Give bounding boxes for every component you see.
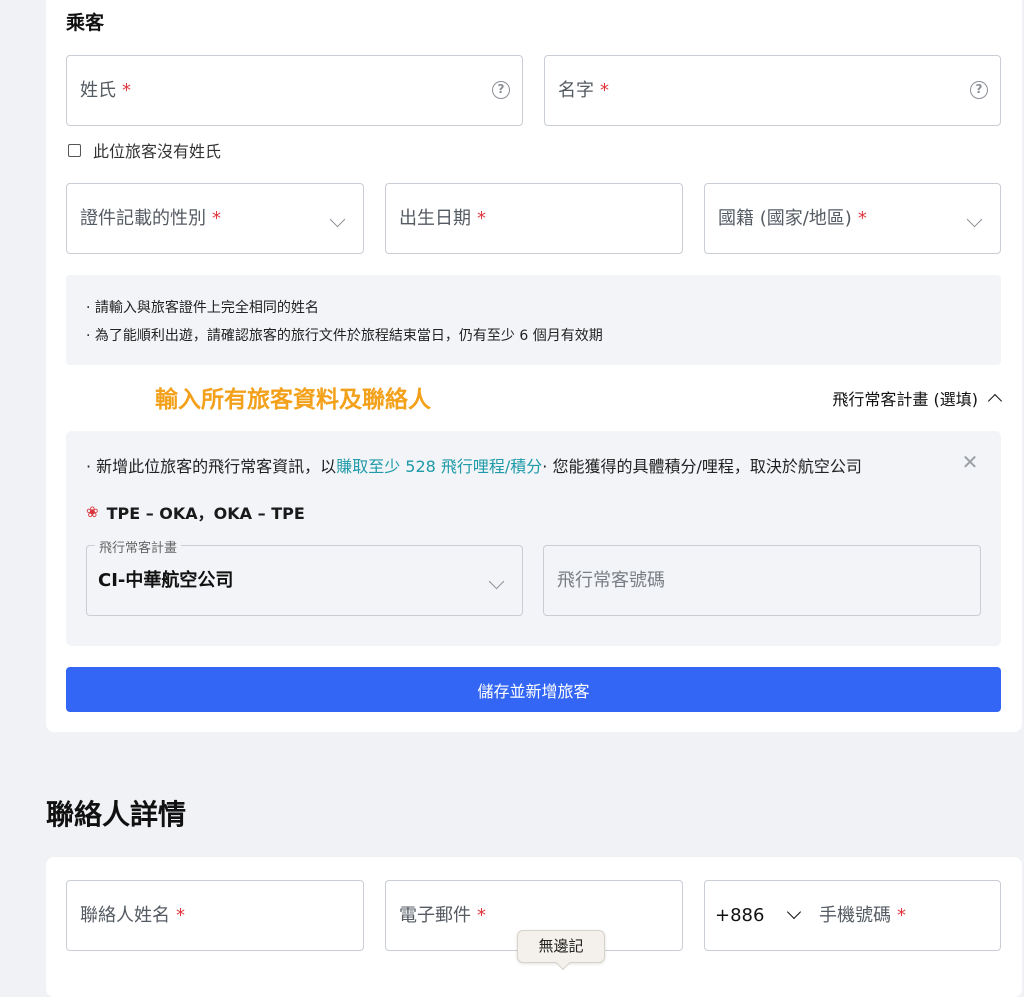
overlay-caption: 輸入所有旅客資料及聯絡人 xyxy=(155,387,431,413)
chevron-up-icon xyxy=(987,393,1003,409)
gender-label: 證件記載的性別 * xyxy=(80,208,221,229)
required-mark: * xyxy=(176,905,185,926)
frequent-flyer-number-placeholder: 飛行常客號碼 xyxy=(557,570,665,591)
frequent-flyer-program-select[interactable]: 飛行常客計畫 CI-中華航空公司 xyxy=(86,537,523,616)
required-mark: * xyxy=(857,208,867,229)
nationality-select[interactable]: 國籍 (國家/地區) * xyxy=(704,183,1001,254)
dob-label: 出生日期 * xyxy=(399,208,486,229)
required-mark: * xyxy=(477,208,486,229)
plum-blossom-icon: ❀ xyxy=(86,503,99,521)
nationality-label: 國籍 (國家/地區) * xyxy=(718,208,867,229)
email-label: 電子郵件 * xyxy=(399,905,486,926)
first-name-label: 名字 * xyxy=(558,80,609,101)
program-value: CI-中華航空公司 xyxy=(98,570,234,591)
chevron-down-icon xyxy=(966,211,983,228)
route-text: TPE – OKA，OKA – TPE xyxy=(106,504,305,523)
required-mark: * xyxy=(122,80,131,101)
last-name-label: 姓氏 * xyxy=(80,80,131,101)
tooltip: 無邊記 xyxy=(517,930,605,963)
frequent-flyer-description: · 新增此位旅客的飛行常客資訊，以賺取至少 528 飛行哩程/積分· 您能獲得的… xyxy=(86,457,862,476)
last-name-field[interactable]: 姓氏 * ? xyxy=(66,55,523,126)
notice-line: · 請輸入與旅客證件上完全相同的姓名 xyxy=(86,300,319,316)
date-of-birth-field[interactable]: 出生日期 * xyxy=(385,183,683,254)
required-mark: * xyxy=(477,905,486,926)
contact-name-label: 聯絡人姓名 * xyxy=(80,905,185,926)
chevron-down-icon[interactable] xyxy=(786,904,802,920)
chevron-down-icon xyxy=(329,211,346,228)
frequent-flyer-panel: · 新增此位旅客的飛行常客資訊，以賺取至少 528 飛行哩程/積分· 您能獲得的… xyxy=(66,431,1001,646)
frequent-flyer-toggle-label: 飛行常客計畫 (選填) xyxy=(832,390,978,409)
contact-name-field[interactable]: 聯絡人姓名 * xyxy=(66,880,364,951)
no-surname-checkbox-row[interactable]: 此位旅客沒有姓氏 xyxy=(68,138,221,162)
required-mark: * xyxy=(897,905,906,926)
passenger-section-title: 乘客 xyxy=(66,12,105,34)
gender-select[interactable]: 證件記載的性別 * xyxy=(66,183,364,254)
close-icon[interactable]: ✕ xyxy=(961,452,979,472)
save-and-add-passenger-button[interactable]: 儲存並新增旅客 xyxy=(66,667,1001,712)
miles-link[interactable]: 賺取至少 528 飛行哩程/積分 xyxy=(336,457,542,476)
flight-route: ❀ TPE – OKA，OKA – TPE xyxy=(86,500,305,524)
required-mark: * xyxy=(212,208,221,229)
required-mark: * xyxy=(600,80,609,101)
contact-section-title: 聯絡人詳情 xyxy=(46,798,187,831)
phone-field[interactable]: +886 手機號碼 * xyxy=(704,880,1001,951)
first-name-field[interactable]: 名字 * ? xyxy=(544,55,1001,126)
frequent-flyer-number-input[interactable]: 飛行常客號碼 xyxy=(543,545,981,616)
help-icon[interactable]: ? xyxy=(970,81,988,99)
notice-line: · 為了能順利出遊，請確認旅客的旅行文件於旅程結束當日，仍有至少 6 個月有效期 xyxy=(86,328,603,344)
frequent-flyer-toggle[interactable]: 飛行常客計畫 (選填) xyxy=(832,386,1003,410)
passenger-notice: · 請輸入與旅客證件上完全相同的姓名 · 為了能順利出遊，請確認旅客的旅行文件於… xyxy=(66,275,1001,365)
phone-label: 手機號碼 * xyxy=(819,905,906,926)
help-icon[interactable]: ? xyxy=(492,81,510,99)
no-surname-checkbox[interactable] xyxy=(68,143,81,157)
no-surname-label: 此位旅客沒有姓氏 xyxy=(93,142,222,161)
chevron-down-icon xyxy=(488,573,505,590)
country-code-select[interactable]: +886 xyxy=(715,881,764,950)
